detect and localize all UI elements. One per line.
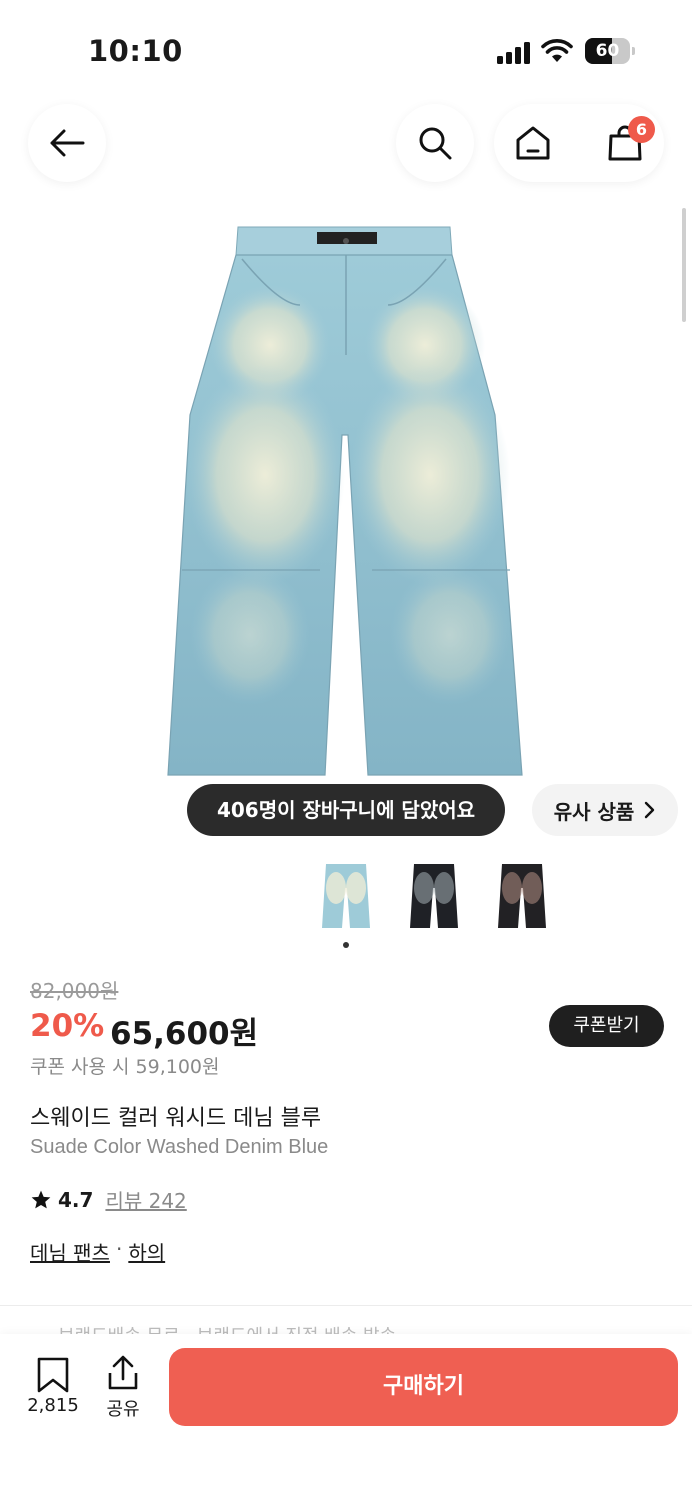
status-bar: 10:10 60 bbox=[0, 0, 692, 100]
status-time: 10:10 bbox=[88, 34, 183, 68]
delivery-info-peek: 브랜드배송 무료 · 브랜드에서 직접 배송 발송 bbox=[58, 1322, 396, 1334]
thumbnail-brown-washed[interactable] bbox=[496, 860, 548, 932]
rating-value: 4.7 bbox=[58, 1187, 94, 1212]
wishlist-button[interactable]: 2,815 bbox=[20, 1355, 86, 1425]
home-button[interactable] bbox=[508, 118, 558, 168]
battery-icon: 60 bbox=[585, 38, 635, 64]
sale-price: 65,600원 bbox=[110, 1016, 259, 1052]
thumbnail-black-washed[interactable] bbox=[408, 860, 460, 932]
category-breadcrumb: 데님 팬츠 · 하의 bbox=[30, 1237, 165, 1266]
share-label: 공유 bbox=[106, 1399, 140, 1420]
bookmark-icon bbox=[37, 1357, 69, 1393]
share-icon bbox=[108, 1355, 138, 1390]
chevron-right-icon bbox=[645, 801, 655, 819]
thumbnail-blue-washed[interactable] bbox=[320, 860, 372, 932]
wishlist-count: 2,815 bbox=[27, 1395, 79, 1416]
category-link-denim-pants[interactable]: 데님 팬츠 bbox=[30, 1237, 110, 1266]
share-button[interactable]: 공유 bbox=[96, 1355, 150, 1425]
star-icon bbox=[31, 1190, 51, 1208]
rating-row: 4.7 리뷰 242 bbox=[30, 1185, 187, 1214]
cellular-signal-icon bbox=[497, 42, 530, 64]
similar-products-label: 유사 상품 bbox=[553, 799, 635, 824]
search-icon bbox=[419, 127, 452, 160]
similar-products-button[interactable]: 유사 상품 bbox=[532, 784, 678, 836]
cart-count-banner: 406명이 장바구니에 담았어요 bbox=[187, 784, 505, 836]
search-button[interactable] bbox=[396, 104, 474, 182]
buy-button[interactable]: 구매하기 bbox=[169, 1348, 678, 1426]
carousel-dot bbox=[343, 942, 349, 948]
coupon-price: 쿠폰 사용 시 59,100원 bbox=[30, 1056, 220, 1078]
category-link-bottoms[interactable]: 하의 bbox=[128, 1237, 165, 1266]
battery-level: 60 bbox=[595, 41, 620, 61]
back-button[interactable] bbox=[28, 104, 106, 182]
home-icon bbox=[516, 126, 550, 160]
category-separator: · bbox=[115, 1237, 123, 1261]
review-link[interactable]: 리뷰 242 bbox=[105, 1185, 186, 1214]
coupon-button[interactable]: 쿠폰받기 bbox=[549, 1005, 664, 1047]
discount-rate: 20% bbox=[30, 1008, 105, 1044]
product-image[interactable] bbox=[150, 215, 542, 785]
section-divider bbox=[0, 1305, 692, 1306]
original-price: 82,000원 bbox=[30, 979, 119, 1003]
product-name-kr: 스웨이드 컬러 워시드 데님 블루 bbox=[30, 1106, 322, 1131]
scroll-indicator bbox=[682, 208, 686, 322]
wifi-icon bbox=[541, 39, 573, 62]
arrow-left-icon bbox=[50, 129, 85, 157]
cart-badge: 6 bbox=[628, 116, 655, 143]
product-name-en: Suade Color Washed Denim Blue bbox=[30, 1136, 329, 1158]
